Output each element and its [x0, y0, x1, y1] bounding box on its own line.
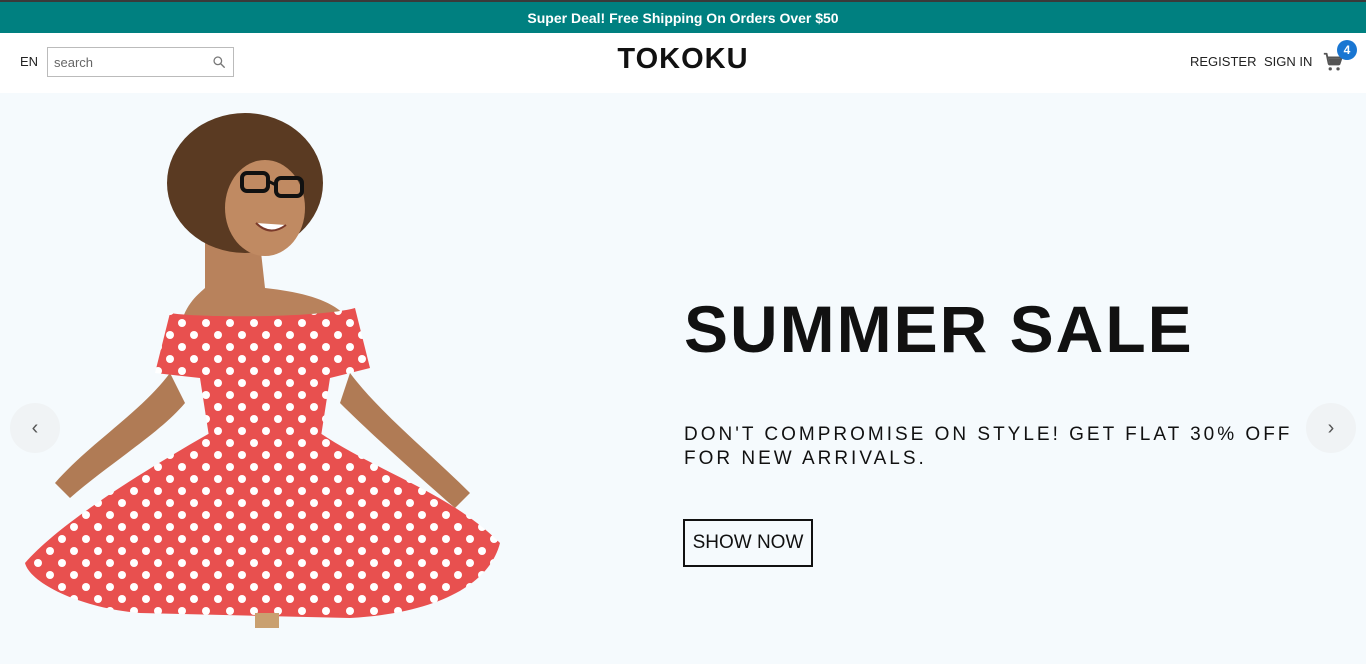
navbar: EN TOKOKU REGISTER SIGN IN — [0, 33, 1366, 93]
announcement-bar: Super Deal! Free Shipping On Orders Over… — [0, 0, 1366, 33]
search-input[interactable] — [54, 52, 204, 72]
chevron-right-icon: › — [1327, 416, 1335, 439]
cart-count-badge: 4 — [1337, 40, 1357, 60]
search-icon[interactable] — [212, 55, 226, 69]
chevron-left-icon: ‹ — [31, 416, 39, 439]
language-selector[interactable]: EN — [20, 54, 38, 69]
search-box — [47, 47, 234, 77]
announcement-text: Super Deal! Free Shipping On Orders Over… — [527, 9, 839, 26]
slider-prev-button[interactable]: ‹ — [10, 403, 60, 453]
signin-link[interactable]: SIGN IN — [1264, 54, 1312, 69]
show-now-button[interactable]: SHOW NOW — [683, 519, 813, 567]
register-link[interactable]: REGISTER — [1190, 54, 1256, 69]
hero-title: SUMMER SALE — [684, 292, 1194, 366]
slider-next-button[interactable]: › — [1306, 403, 1356, 453]
hero-slider: ‹ › SUMMER SALE DON'T COMPROMISE ON STYL… — [0, 93, 1366, 664]
model-in-polka-dot-dress-image — [25, 113, 500, 628]
hero-description: DON'T COMPROMISE ON STYLE! GET FLAT 30% … — [684, 424, 1293, 469]
